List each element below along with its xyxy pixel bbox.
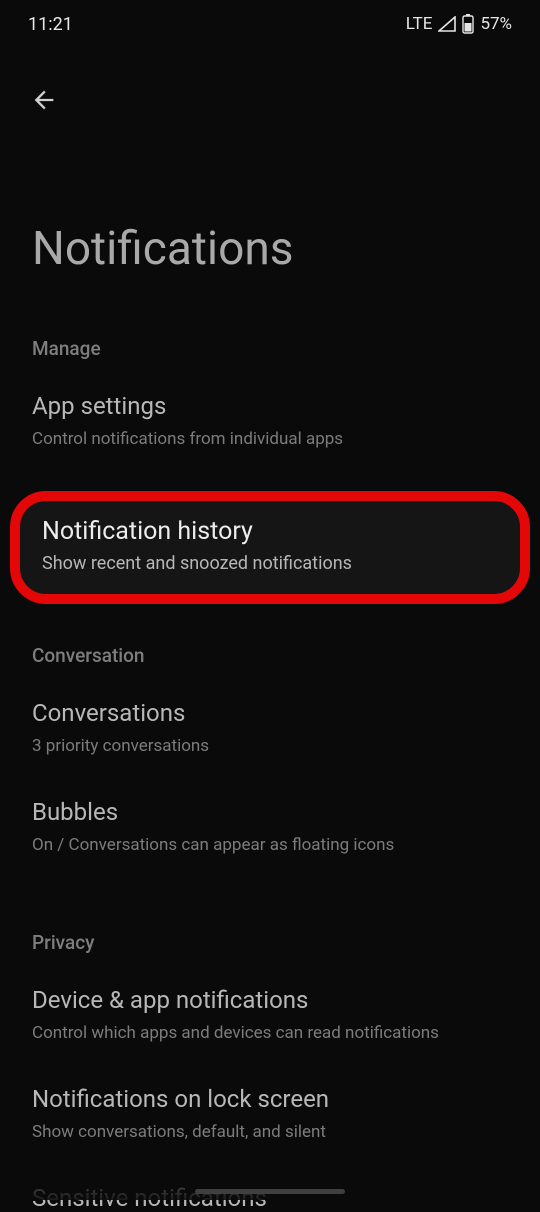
back-button[interactable]	[24, 80, 64, 120]
battery-icon	[462, 14, 474, 34]
page-title: Notifications	[0, 120, 540, 275]
arrow-left-icon	[30, 86, 58, 114]
item-title: Notification history	[42, 517, 498, 546]
section-conversation-label: Conversation	[0, 644, 540, 699]
item-subtitle: 3 priority conversations	[32, 735, 508, 758]
item-title: Device & app notifications	[32, 986, 508, 1014]
item-bubbles[interactable]: Bubbles On / Conversations can appear as…	[0, 798, 540, 897]
item-subtitle: Show recent and snoozed notifications	[42, 552, 498, 576]
status-right: LTE 57%	[406, 14, 512, 34]
item-title: Notifications on lock screen	[32, 1085, 508, 1113]
item-subtitle: Control notifications from individual ap…	[32, 428, 508, 451]
item-sensitive-notifications[interactable]: Sensitive notifications	[0, 1184, 540, 1212]
item-subtitle: On / Conversations can appear as floatin…	[32, 834, 508, 857]
item-conversations[interactable]: Conversations 3 priority conversations	[0, 699, 540, 798]
item-title: Bubbles	[32, 798, 508, 826]
item-subtitle: Show conversations, default, and silent	[32, 1121, 508, 1144]
status-bar: 11:21 LTE 57%	[0, 0, 540, 48]
battery-percent: 57%	[480, 14, 512, 34]
signal-icon	[438, 16, 456, 32]
item-notification-history[interactable]: Notification history Show recent and sno…	[10, 491, 530, 604]
app-bar	[0, 48, 540, 120]
item-title: Sensitive notifications	[32, 1184, 508, 1212]
item-app-settings[interactable]: App settings Control notifications from …	[0, 392, 540, 491]
section-manage-label: Manage	[0, 337, 540, 392]
item-device-app-notifications[interactable]: Device & app notifications Control which…	[0, 986, 540, 1085]
nav-handle[interactable]	[195, 1189, 345, 1194]
status-time: 11:21	[28, 14, 73, 35]
section-privacy-label: Privacy	[0, 931, 540, 986]
network-label: LTE	[406, 14, 433, 34]
highlight-annotation: Notification history Show recent and sno…	[0, 491, 540, 604]
item-subtitle: Control which apps and devices can read …	[32, 1022, 508, 1045]
item-title: App settings	[32, 392, 508, 420]
item-title: Conversations	[32, 699, 508, 727]
settings-list[interactable]: Manage App settings Control notification…	[0, 275, 540, 1212]
item-lock-screen-notifications[interactable]: Notifications on lock screen Show conver…	[0, 1085, 540, 1184]
